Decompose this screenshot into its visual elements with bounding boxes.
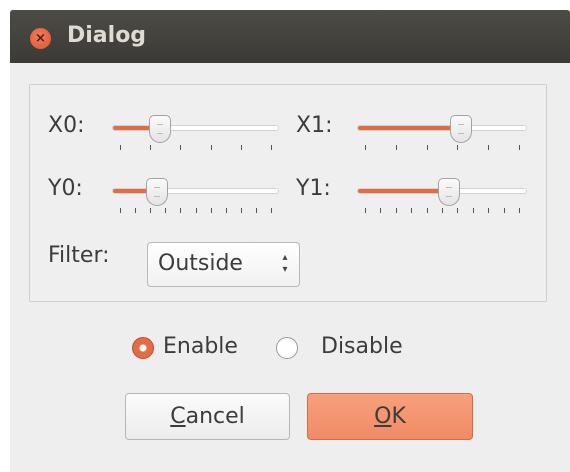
slider-tick [442, 208, 443, 213]
y1-slider-fill [358, 189, 450, 193]
slider-tick [519, 208, 520, 213]
slider-tick [196, 208, 197, 213]
slider-tick [211, 208, 212, 213]
filter-combobox[interactable]: Outside ▴ ▾ [147, 242, 300, 287]
slider-tick [241, 208, 242, 213]
slider-tick [396, 145, 397, 150]
disable-radio[interactable] [276, 337, 298, 359]
ok-button[interactable]: OK [307, 393, 473, 440]
cancel-button[interactable]: Cancel [125, 393, 290, 440]
slider-tick [256, 208, 257, 213]
slider-tick [427, 145, 428, 150]
x0-slider-ticks [112, 145, 279, 151]
slider-tick [365, 208, 366, 213]
x0-slider[interactable] [112, 114, 279, 154]
slider-tick [380, 208, 381, 213]
y1-label: Y1: [296, 176, 331, 201]
y0-slider-groove [112, 188, 279, 194]
slider-tick [427, 208, 428, 213]
slider-tick [180, 145, 181, 150]
x1-slider-fill [358, 126, 462, 130]
slider-tick [457, 145, 458, 150]
y1-slider-ticks [357, 208, 527, 214]
slider-tick [396, 208, 397, 213]
slider-tick [488, 145, 489, 150]
slider-tick [135, 208, 136, 213]
slider-tick [488, 208, 489, 213]
y1-slider-handle[interactable] [438, 178, 460, 206]
x1-slider-groove [357, 125, 527, 131]
slider-tick [457, 208, 458, 213]
slider-tick [473, 208, 474, 213]
y0-slider[interactable] [112, 177, 279, 217]
y1-slider[interactable] [357, 177, 527, 217]
slider-tick [150, 145, 151, 150]
window-title: Dialog [67, 23, 147, 48]
close-icon[interactable]: × [30, 28, 51, 49]
x0-slider-handle[interactable] [149, 115, 171, 143]
slider-tick [211, 145, 212, 150]
ok-label: K [391, 404, 406, 429]
slider-tick [365, 145, 366, 150]
slider-tick [411, 208, 412, 213]
x1-slider[interactable] [357, 114, 527, 154]
filter-value: Outside [158, 251, 243, 276]
slider-tick [226, 208, 227, 213]
cancel-label: ancel [185, 404, 245, 429]
slider-tick [120, 208, 121, 213]
ok-mnemonic: O [374, 404, 392, 429]
x0-label: X0: [48, 113, 85, 138]
slider-tick [519, 145, 520, 150]
title-bar[interactable]: × Dialog [10, 10, 570, 63]
slider-tick [271, 145, 272, 150]
x1-label: X1: [296, 113, 333, 138]
slider-tick [180, 208, 181, 213]
slider-tick [271, 208, 272, 213]
dialog-window: × Dialog X0: X1: Y0: Y1: Filter: Outside… [10, 10, 570, 472]
y0-slider-ticks [112, 208, 279, 214]
y0-label: Y0: [48, 176, 83, 201]
enable-radio[interactable] [132, 337, 154, 359]
slider-tick [504, 208, 505, 213]
x0-slider-groove [112, 125, 279, 131]
updown-arrows-icon: ▴ ▾ [282, 252, 288, 275]
x1-slider-ticks [357, 145, 527, 151]
y0-slider-handle[interactable] [146, 178, 168, 206]
slider-tick [120, 145, 121, 150]
filter-label: Filter: [48, 243, 110, 268]
slider-tick [165, 208, 166, 213]
x1-slider-handle[interactable] [450, 115, 472, 143]
slider-tick [241, 145, 242, 150]
enable-radio-label[interactable]: Enable [163, 334, 238, 359]
disable-radio-label[interactable]: Disable [321, 334, 403, 359]
slider-tick [150, 208, 151, 213]
cancel-mnemonic: C [170, 404, 186, 429]
